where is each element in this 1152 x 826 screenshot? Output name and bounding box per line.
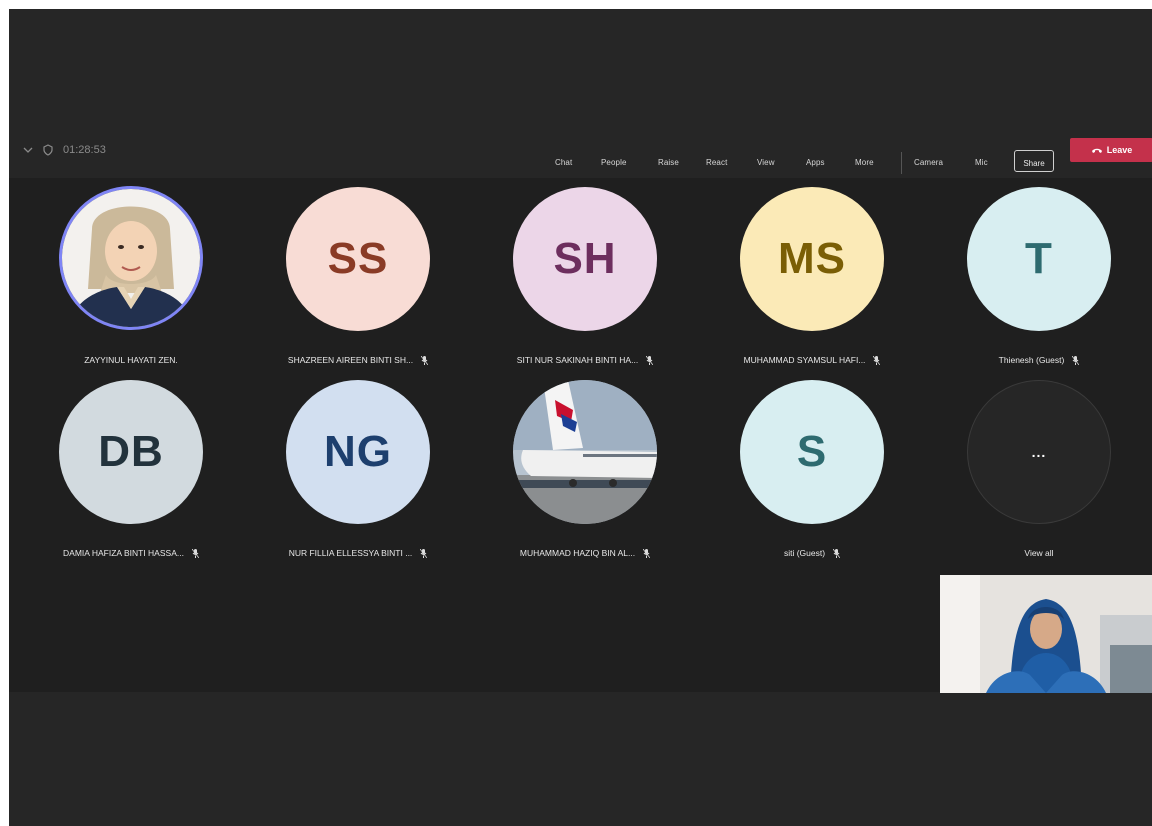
woman-portrait-photo — [62, 189, 200, 327]
participant-name-text: SITI NUR SAKINAH BINTI HA... — [516, 355, 639, 365]
phone-hangup-icon — [1091, 148, 1102, 153]
avatar-initials: SS — [327, 234, 389, 283]
participant-name: DAMIA HAFIZA BINTI HASSA... — [36, 548, 226, 558]
participant-name-text: NUR FILLIA ELLESSYA BINTI ... — [288, 548, 413, 558]
view-all-label[interactable]: View all — [944, 548, 1134, 558]
participant-name-text: Thienesh (Guest) — [998, 355, 1065, 365]
view-button[interactable]: View — [757, 158, 775, 167]
participant-name-text: MUHAMMAD SYAMSUL HAFI... — [743, 355, 866, 365]
avatar-photo — [513, 380, 657, 524]
share-button[interactable]: Share — [1014, 150, 1054, 172]
share-label: Share — [1023, 159, 1045, 168]
react-label: React — [706, 158, 728, 167]
avatar-photo — [62, 189, 200, 327]
participant-name: SITI NUR SAKINAH BINTI HA... — [490, 355, 680, 365]
mic-off-icon — [191, 548, 199, 558]
participant-name-text: MUHAMMAD HAZIQ BIN AL... — [519, 548, 636, 558]
participant-tile[interactable]: ZAYYINUL HAYATI ZEN. — [36, 187, 226, 367]
view-all-text: View all — [1024, 548, 1054, 558]
mic-off-icon — [833, 548, 841, 558]
avatar: DB — [59, 380, 203, 524]
people-button[interactable]: People — [601, 158, 627, 167]
people-label: People — [601, 158, 627, 167]
mic-off-icon — [873, 355, 881, 365]
participant-tile[interactable]: S siti (Guest) — [717, 380, 907, 560]
mic-off-icon — [646, 355, 654, 365]
more-label: More — [855, 158, 874, 167]
avatar-initials: S — [796, 427, 828, 476]
avatar: NG — [286, 380, 430, 524]
meeting-toolbar: 01:28:53 Chat People Raise React View Ap… — [9, 138, 1152, 178]
avatar-initials: T — [1025, 234, 1053, 283]
mic-off-icon — [1072, 355, 1080, 365]
mic-off-icon — [643, 548, 651, 558]
mic-off-icon — [421, 355, 429, 365]
participant-name: NUR FILLIA ELLESSYA BINTI ... — [263, 548, 453, 558]
avatar: S — [740, 380, 884, 524]
leave-button[interactable]: Leave — [1070, 138, 1152, 162]
mic-button[interactable]: Mic — [975, 158, 988, 167]
participant-name: MUHAMMAD SYAMSUL HAFI... — [717, 355, 907, 365]
participant-tile[interactable]: SH SITI NUR SAKINAH BINTI HA... — [490, 187, 680, 367]
chat-button[interactable]: Chat — [555, 158, 572, 167]
avatar-initials: DB — [98, 427, 164, 476]
camera-button[interactable]: Camera — [914, 158, 943, 167]
meeting-timer: 01:28:53 — [63, 144, 106, 156]
avatar-initials: NG — [324, 427, 392, 476]
self-view-photo — [940, 575, 1152, 693]
raise-label: Raise — [658, 158, 679, 167]
more-participants-avatar[interactable]: ... — [967, 380, 1111, 524]
shield-icon — [43, 144, 53, 156]
view-all-tile[interactable]: ... View all — [944, 380, 1134, 560]
participant-name-text: DAMIA HAFIZA BINTI HASSA... — [63, 548, 184, 558]
participant-tile[interactable]: DB DAMIA HAFIZA BINTI HASSA... — [36, 380, 226, 560]
avatar: SH — [513, 187, 657, 331]
participant-name: SHAZREEN AIREEN BINTI SH... — [263, 355, 453, 365]
participant-tile[interactable]: MS MUHAMMAD SYAMSUL HAFI... — [717, 187, 907, 367]
avatar-initials: SH — [553, 234, 617, 283]
apps-label: Apps — [806, 158, 825, 167]
avatar-initials: MS — [778, 234, 846, 283]
react-button[interactable]: React — [706, 158, 727, 167]
more-button[interactable]: More — [855, 158, 874, 167]
chevron-down-icon[interactable] — [23, 145, 33, 155]
mic-off-icon — [420, 548, 428, 558]
participant-tile[interactable]: T Thienesh (Guest) — [944, 187, 1134, 367]
camera-label: Camera — [914, 158, 944, 167]
self-view-video — [940, 575, 1152, 693]
airplane-photo — [513, 380, 657, 524]
participant-name: ZAYYINUL HAYATI ZEN. — [36, 355, 226, 365]
raise-hand-button[interactable]: Raise — [658, 158, 679, 167]
participant-tile[interactable]: SS SHAZREEN AIREEN BINTI SH... — [263, 187, 453, 367]
participant-tile[interactable]: MUHAMMAD HAZIQ BIN AL... — [490, 380, 680, 560]
avatar: MS — [740, 187, 884, 331]
ellipsis-icon: ... — [1031, 444, 1047, 460]
participant-tile[interactable]: NG NUR FILLIA ELLESSYA BINTI ... — [263, 380, 453, 560]
participant-name: siti (Guest) — [717, 548, 907, 558]
participant-name-text: ZAYYINUL HAYATI ZEN. — [84, 355, 178, 365]
participant-name: Thienesh (Guest) — [944, 355, 1134, 365]
apps-button[interactable]: Apps — [806, 158, 825, 167]
participant-name: MUHAMMAD HAZIQ BIN AL... — [490, 548, 680, 558]
toolbar-divider — [901, 152, 902, 174]
avatar: T — [967, 187, 1111, 331]
mic-label: Mic — [975, 158, 988, 167]
avatar: SS — [286, 187, 430, 331]
participant-name-text: SHAZREEN AIREEN BINTI SH... — [287, 355, 414, 365]
view-label: View — [757, 158, 775, 167]
chat-label: Chat — [555, 158, 573, 167]
leave-label: Leave — [1106, 145, 1133, 155]
meeting-info: 01:28:53 — [23, 144, 106, 156]
participant-name-text: siti (Guest) — [783, 548, 826, 558]
